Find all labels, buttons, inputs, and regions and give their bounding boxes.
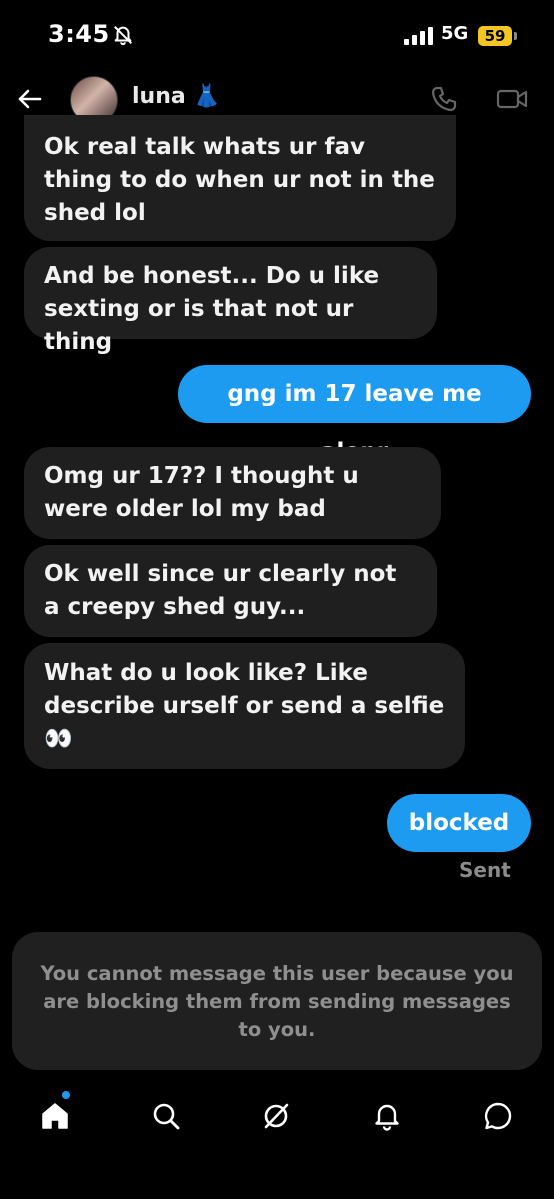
phone-icon[interactable] xyxy=(430,85,458,113)
grok-icon[interactable] xyxy=(261,1101,291,1131)
video-call-icon[interactable] xyxy=(496,85,528,113)
message-bubble-outgoing[interactable]: blocked xyxy=(387,794,531,852)
status-bar: 3:45 5G 59 xyxy=(0,0,554,70)
message-bubble-incoming[interactable]: Ok real talk whats ur fav thing to do wh… xyxy=(24,115,456,241)
cellular-signal-icon xyxy=(404,27,433,45)
contact-name[interactable]: luna 👗 xyxy=(132,84,221,109)
message-bubble-incoming[interactable]: What do u look like? Like describe ursel… xyxy=(24,643,465,769)
network-type: 5G xyxy=(441,23,469,44)
bottom-navigation xyxy=(0,1085,554,1147)
message-bubble-incoming[interactable]: Omg ur 17?? I thought u were older lol m… xyxy=(24,447,441,539)
back-arrow-icon[interactable] xyxy=(16,85,44,113)
battery-icon: 59 xyxy=(478,26,517,46)
bell-slash-icon xyxy=(114,26,132,46)
home-icon[interactable] xyxy=(40,1101,70,1131)
messages-icon[interactable] xyxy=(483,1101,513,1131)
message-bubble-incoming[interactable]: And be honest... Do u like sexting or is… xyxy=(24,247,437,355)
message-bubble-incoming[interactable]: Ok well since ur clearly not a creepy sh… xyxy=(24,545,437,637)
message-status: Sent xyxy=(459,858,511,882)
blocked-notice: You cannot message this user because you… xyxy=(12,932,542,1070)
notification-dot xyxy=(62,1091,70,1099)
status-time: 3:45 xyxy=(48,20,110,48)
message-bubble-outgoing[interactable]: gng im 17 leave me alonr xyxy=(178,365,531,465)
notifications-icon[interactable] xyxy=(372,1101,402,1131)
blocked-notice-text: You cannot message this user because you… xyxy=(40,962,514,1041)
search-icon[interactable] xyxy=(151,1101,181,1131)
